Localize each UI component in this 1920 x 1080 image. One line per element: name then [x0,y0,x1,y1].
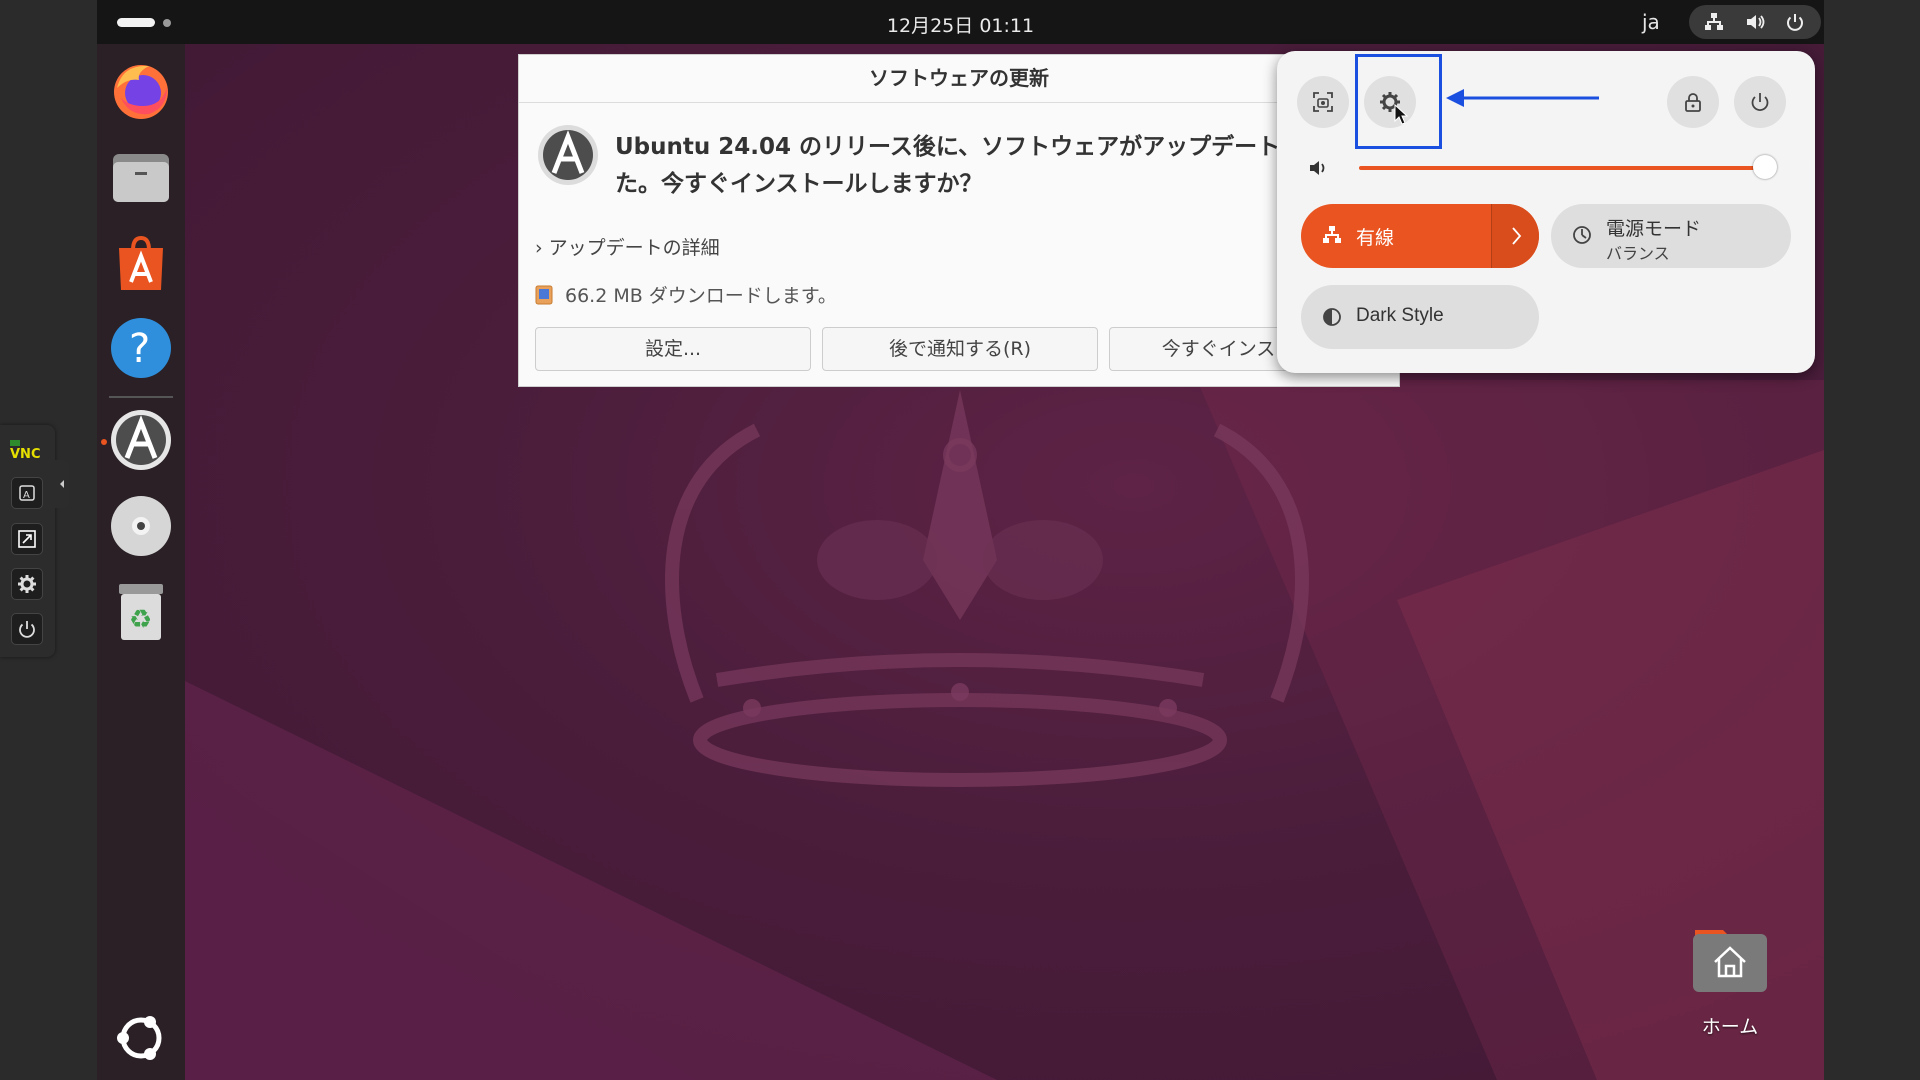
power-icon [1751,93,1769,111]
dock-files[interactable] [109,144,173,208]
remind-later-button[interactable]: 後で通知する(R) [822,327,1098,371]
update-message: Ubuntu 24.04 のリリース後に、ソフトウェアがアップデートされました。… [615,134,1373,197]
power-mode-subtitle: バランス [1606,244,1670,263]
help-icon: ? [111,318,171,378]
vnc-fullscreen-button[interactable] [11,523,43,555]
svg-text:VNC: VNC [10,447,40,461]
vnc-keyboard-button[interactable]: A [11,477,43,509]
screenshot-icon [1313,92,1333,112]
volume-icon [1310,161,1325,175]
dock-app-center[interactable] [109,230,173,294]
lock-screen-button[interactable] [1667,76,1719,128]
wired-label: 有線 [1356,227,1395,249]
dock-separator [109,396,173,398]
dock-help[interactable]: ? [109,316,173,380]
dark-style-icon [1323,308,1341,326]
wired-network-toggle[interactable]: 有線 [1301,204,1539,268]
disc-icon [111,496,171,556]
package-icon [535,285,553,305]
dock-trash[interactable]: ♻ [109,580,173,644]
volume-icon [1744,11,1766,33]
power-off-button[interactable] [1734,76,1786,128]
lock-icon [1685,93,1701,112]
top-bar: 12月25日 01:11 ja [97,0,1824,44]
dock-firefox[interactable] [109,58,173,122]
power-mode-icon [1573,226,1591,244]
folder-icon [113,154,169,202]
app-center-icon [119,235,163,290]
dock-software-updater[interactable] [109,408,173,472]
svg-text:♻: ♻ [129,605,152,635]
wired-submenu-button[interactable] [1491,204,1539,268]
update-details-label: アップデートの詳細 [548,237,720,259]
system-menu-button[interactable] [1689,5,1821,39]
software-update-dialog: ソフトウェアの更新 Ubuntu 24.04 のリリース後に、ソフトウェアがアッ… [518,54,1400,387]
power-mode-title: 電源モード [1606,218,1702,240]
annotation-arrow-icon [1446,89,1599,107]
home-folder-icon [1693,930,1767,992]
vnc-settings-button[interactable] [11,568,43,600]
software-updater-icon [536,123,600,187]
settings-button[interactable]: 設定... [535,327,811,371]
volume-knob[interactable] [1752,155,1777,179]
dock-show-apps[interactable] [109,1006,173,1070]
dark-style-toggle[interactable]: Dark Style [1301,285,1539,349]
dock: ? ♻ [97,44,185,1080]
svg-text:A: A [23,490,30,501]
desktop-home-label: ホーム [1701,1016,1759,1038]
desktop-screen: 12月25日 01:11 ja ? ♻ ソフトウェアの更新 Ubuntu 24.… [97,0,1824,1080]
desktop-home-folder[interactable] [1691,924,1769,994]
vnc-logo: VNC [8,439,48,462]
vnc-collapse-handle[interactable] [55,460,69,508]
network-wired-icon [1703,11,1725,33]
screenshot-button[interactable] [1297,76,1349,128]
volume-slider[interactable] [1299,151,1799,185]
trash-icon: ♻ [119,584,163,640]
chevron-right-icon: › [535,237,543,259]
vnc-disconnect-button[interactable] [11,613,43,645]
download-size-info: 66.2 MB ダウンロードします。 [535,281,837,308]
ubuntu-logo-icon [117,1016,162,1060]
dark-style-label: Dark Style [1356,305,1444,326]
annotation-highlight-box [1355,54,1442,149]
wired-toggle-main[interactable]: 有線 [1301,204,1489,268]
dock-optical-disc[interactable] [109,494,173,558]
power-mode-toggle[interactable]: 電源モード バランス [1551,204,1791,268]
chevron-right-icon [1512,227,1522,245]
svg-text:?: ? [129,326,150,372]
vnc-toolbar: VNC A [0,425,55,657]
firefox-icon [114,65,168,119]
software-updater-icon [111,410,171,470]
download-size-text: 66.2 MB ダウンロードします。 [565,285,837,307]
volume-track[interactable] [1359,166,1765,170]
power-icon [1784,11,1806,33]
running-indicator [101,439,107,445]
input-language-indicator[interactable]: ja [1642,10,1660,34]
dialog-title: ソフトウェアの更新 [519,55,1399,103]
update-details-expander[interactable]: › アップデートの詳細 [535,233,720,260]
clock[interactable]: 12月25日 01:11 [97,11,1824,38]
network-wired-icon [1323,226,1341,243]
